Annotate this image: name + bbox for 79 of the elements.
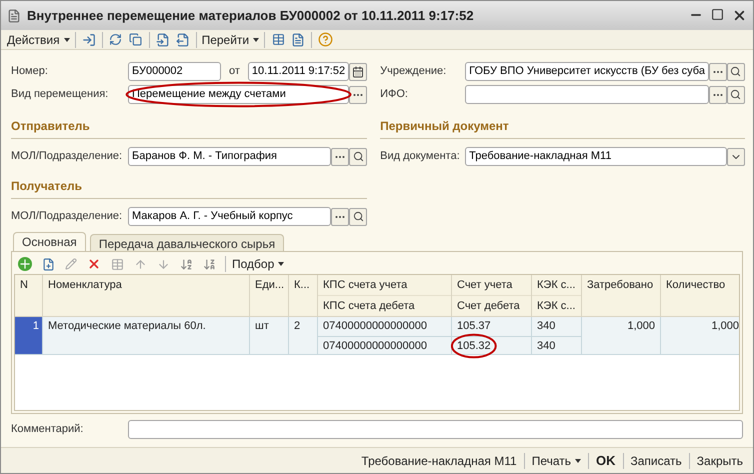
text-field[interactable]	[465, 85, 709, 104]
document-icon	[7, 8, 21, 22]
column-subheader[interactable]: Счет дебета	[452, 295, 531, 316]
text-field[interactable]: Требование-накладная М11	[465, 147, 727, 166]
field-label: МОЛ/Подразделение:	[11, 149, 124, 164]
column-header[interactable]: Счет учета	[452, 275, 531, 295]
table-cell-text: 2	[293, 319, 302, 334]
table-cell: 340	[537, 340, 556, 352]
caret-icon	[253, 38, 260, 42]
column-subheader[interactable]: КЭК с...	[532, 295, 581, 316]
column-header[interactable]: Затребовано	[582, 275, 660, 295]
choose-button[interactable]	[349, 86, 368, 104]
close-icon[interactable]	[732, 8, 747, 23]
window-title: Внутреннее перемещение материалов БУ000002 от 10.11.2011 9:17:52	[27, 6, 474, 25]
table-cell-text: 1,000	[626, 319, 656, 334]
dropdown-button[interactable]	[726, 148, 745, 166]
column-header[interactable]: Количество	[661, 275, 739, 295]
table-cell-text: 1,000	[710, 319, 739, 334]
text-field[interactable]: 10.11.2011 9:17:52	[248, 62, 350, 81]
comment-field[interactable]	[128, 420, 743, 439]
choose-button[interactable]	[708, 62, 727, 80]
text-field[interactable]: БУ000002	[128, 62, 221, 81]
text-field[interactable]: Макаров А. Г. - Учебный корпус	[128, 207, 332, 226]
choose-button[interactable]	[708, 86, 727, 104]
field-label: Вид документа:	[380, 149, 461, 164]
table-cell-text: шт	[254, 319, 270, 334]
section-title: Отправитель	[11, 119, 90, 133]
footer-button[interactable]: OK	[592, 450, 620, 470]
table-cell-text: Методические материалы 60л.	[47, 319, 207, 334]
column-header[interactable]: N	[15, 275, 42, 295]
row-selector[interactable]: 1	[15, 317, 43, 354]
tab[interactable]: Основная	[13, 232, 86, 251]
column-header[interactable]: Номенклатура	[43, 275, 249, 295]
text-field[interactable]: ГОБУ ВПО Университет искусств (БУ без суба	[465, 62, 709, 81]
column-header[interactable]: КПС счета учета	[318, 275, 451, 295]
field-label: ИФО:	[380, 87, 409, 102]
caret-icon	[278, 262, 284, 266]
field-label: МОЛ/Подразделение:	[11, 209, 124, 224]
column-header[interactable]: Еди...	[250, 275, 288, 295]
search-icon	[352, 151, 364, 162]
text-field[interactable]: Баранов Ф. М. - Типография	[128, 147, 332, 166]
section-title: Первичный документ	[380, 119, 509, 133]
field-label: Учреждение:	[380, 64, 448, 80]
column-header[interactable]: КЭК с...	[532, 275, 581, 295]
search-button[interactable]	[349, 148, 368, 166]
table-cell-text: 340	[536, 319, 556, 334]
field-label: Номер:	[11, 64, 49, 80]
table-cell-text: 105.37	[456, 319, 492, 334]
goto-menu[interactable]: Перейти	[200, 30, 262, 48]
text-field[interactable]: Перемещение между счетами	[128, 85, 350, 104]
actions-menu[interactable]: Действия	[5, 30, 72, 48]
table-cell: 105.32	[457, 340, 491, 352]
calendar-button[interactable]	[349, 62, 368, 80]
caret-icon	[575, 458, 581, 462]
footer-button[interactable]: Закрыть	[692, 452, 747, 470]
search-button[interactable]	[349, 208, 368, 226]
column-header[interactable]: К...	[289, 275, 317, 295]
section-title: Получатель	[11, 179, 82, 193]
column-subheader[interactable]: КПС счета дебета	[318, 295, 451, 316]
tab[interactable]: Передача давальческого сырья	[90, 234, 284, 251]
footer-button[interactable]: Требование-накладная М11	[357, 452, 521, 470]
search-icon	[352, 211, 364, 222]
field-label: Комментарий:	[11, 422, 84, 438]
footer-button[interactable]: Записать	[626, 452, 686, 470]
search-button[interactable]	[726, 86, 745, 104]
search-icon	[730, 66, 742, 77]
field-label: Вид перемещения:	[11, 87, 110, 102]
selection-menu[interactable]: Подбор	[232, 255, 284, 273]
caret-icon	[64, 38, 70, 42]
table-cell: 07400000000000000	[323, 340, 428, 352]
date-label: от	[229, 64, 240, 80]
table-cell-text: 07400000000000000	[322, 319, 428, 334]
choose-button[interactable]	[331, 208, 350, 226]
maximize-icon[interactable]	[711, 8, 724, 21]
search-button[interactable]	[726, 62, 745, 80]
search-icon	[730, 89, 742, 100]
choose-button[interactable]	[331, 148, 350, 166]
footer-button[interactable]: Печать	[528, 452, 585, 470]
calendar-icon	[352, 66, 364, 78]
